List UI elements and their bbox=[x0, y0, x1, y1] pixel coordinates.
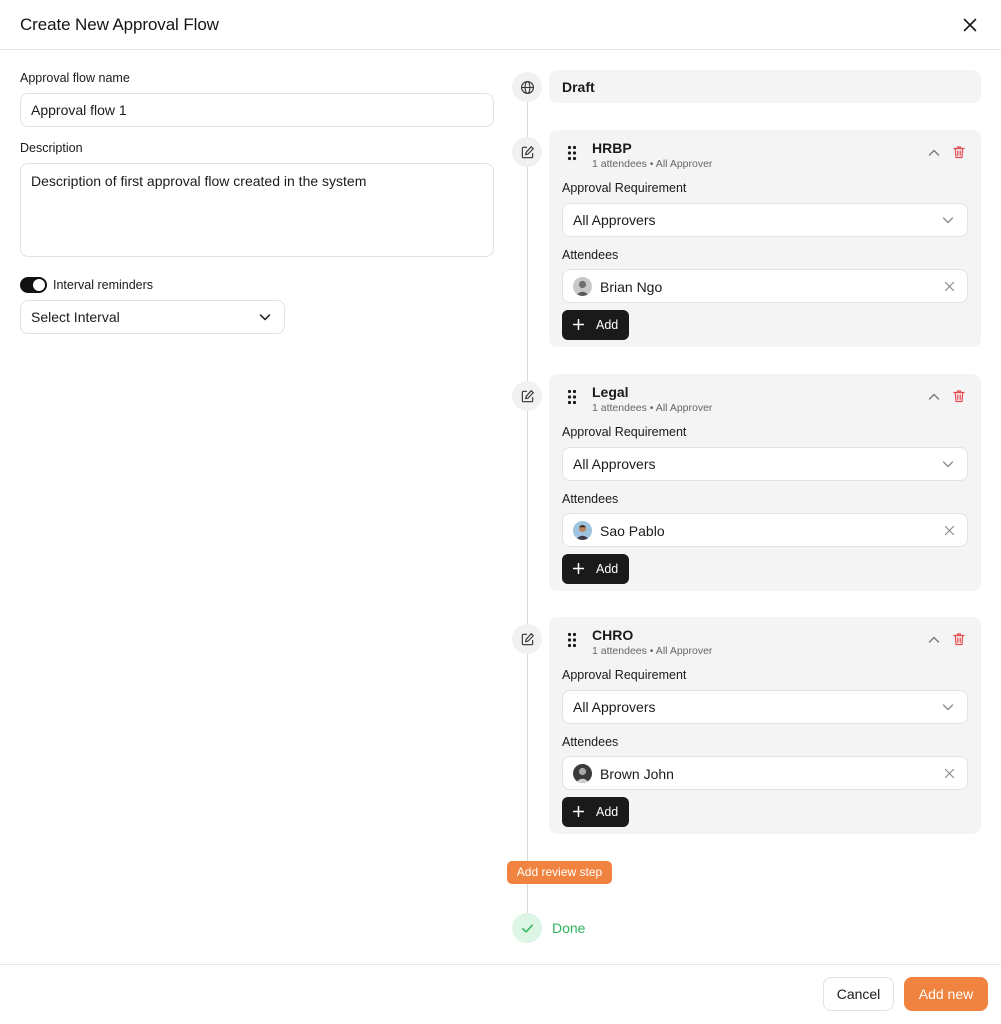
approval-requirement-label: Approval Requirement bbox=[562, 668, 687, 682]
add-attendee-button[interactable]: Add bbox=[562, 797, 629, 827]
dialog-header: Create New Approval Flow bbox=[0, 0, 1001, 50]
x-icon[interactable] bbox=[944, 281, 955, 292]
review-step-card: Legal 1 attendees • All Approver Approva… bbox=[549, 374, 981, 591]
interval-reminders-label: Interval reminders bbox=[53, 278, 154, 292]
approval-requirement-select[interactable]: All Approvers bbox=[562, 690, 968, 724]
step-subtitle: 1 attendees • All Approver bbox=[592, 402, 713, 414]
cancel-button[interactable]: Cancel bbox=[823, 977, 894, 1011]
approval-requirement-label: Approval Requirement bbox=[562, 181, 687, 195]
chevron-down-icon bbox=[942, 704, 954, 711]
edit-icon bbox=[521, 632, 534, 645]
draft-label: Draft bbox=[562, 79, 595, 95]
trash-icon[interactable] bbox=[952, 145, 966, 159]
attendees-label: Attendees bbox=[562, 735, 619, 749]
plus-icon bbox=[573, 319, 584, 330]
attendees-label: Attendees bbox=[562, 492, 619, 506]
drag-handle-icon[interactable] bbox=[567, 632, 577, 648]
avatar bbox=[573, 277, 592, 296]
chevron-down-icon bbox=[942, 461, 954, 468]
check-icon bbox=[521, 924, 533, 933]
chevron-up-icon[interactable] bbox=[927, 390, 941, 404]
x-icon[interactable] bbox=[944, 768, 955, 779]
trash-icon[interactable] bbox=[952, 632, 966, 646]
add-attendee-button[interactable]: Add bbox=[562, 554, 629, 584]
plus-icon bbox=[573, 806, 584, 817]
chevron-up-icon[interactable] bbox=[927, 633, 941, 647]
chevron-down-icon bbox=[942, 217, 954, 224]
add-review-step-button[interactable]: Add review step bbox=[507, 861, 612, 884]
edit-step-button[interactable] bbox=[512, 381, 542, 411]
edit-icon bbox=[521, 389, 534, 402]
approval-requirement-label: Approval Requirement bbox=[562, 425, 687, 439]
draft-stage: Draft bbox=[549, 70, 981, 103]
attendee-chip: Brian Ngo bbox=[562, 269, 968, 303]
approval-flow-name-input[interactable] bbox=[20, 93, 494, 127]
x-icon[interactable] bbox=[944, 525, 955, 536]
attendees-label: Attendees bbox=[562, 248, 619, 262]
interval-select[interactable]: Select Interval bbox=[20, 300, 285, 334]
description-textarea[interactable]: Description of first approval flow creat… bbox=[20, 163, 494, 257]
step-subtitle: 1 attendees • All Approver bbox=[592, 645, 713, 657]
approval-requirement-value: All Approvers bbox=[573, 212, 656, 228]
edit-icon bbox=[521, 145, 534, 158]
edit-step-button[interactable] bbox=[512, 624, 542, 654]
draft-node bbox=[512, 72, 542, 102]
edit-step-button[interactable] bbox=[512, 137, 542, 167]
dialog-title: Create New Approval Flow bbox=[20, 15, 219, 34]
chevron-up-icon[interactable] bbox=[927, 146, 941, 160]
attendee-chip: Brown John bbox=[562, 756, 968, 790]
timeline-line bbox=[527, 87, 528, 927]
attendee-name: Brian Ngo bbox=[600, 279, 663, 295]
interval-select-value: Select Interval bbox=[31, 309, 120, 325]
step-title: CHRO bbox=[592, 627, 634, 643]
avatar bbox=[573, 521, 592, 540]
interval-reminders-toggle[interactable] bbox=[20, 277, 47, 293]
plus-icon bbox=[573, 563, 584, 574]
step-title: Legal bbox=[592, 384, 629, 400]
add-label: Add bbox=[596, 805, 619, 819]
description-label: Description bbox=[20, 141, 83, 155]
close-button[interactable] bbox=[960, 15, 980, 35]
close-icon bbox=[963, 18, 977, 32]
done-node bbox=[512, 913, 542, 943]
avatar bbox=[573, 764, 592, 783]
approval-requirement-select[interactable]: All Approvers bbox=[562, 447, 968, 481]
add-new-button[interactable]: Add new bbox=[904, 977, 988, 1011]
attendee-name: Brown John bbox=[600, 766, 674, 782]
drag-handle-icon[interactable] bbox=[567, 145, 577, 161]
add-label: Add bbox=[596, 562, 619, 576]
add-label: Add bbox=[596, 318, 619, 332]
step-subtitle: 1 attendees • All Approver bbox=[592, 158, 713, 170]
attendee-name: Sao Pablo bbox=[600, 523, 665, 539]
done-label: Done bbox=[552, 920, 586, 936]
globe-icon bbox=[520, 80, 534, 94]
drag-handle-icon[interactable] bbox=[567, 389, 577, 405]
attendee-chip: Sao Pablo bbox=[562, 513, 968, 547]
add-attendee-button[interactable]: Add bbox=[562, 310, 629, 340]
approval-requirement-value: All Approvers bbox=[573, 456, 656, 472]
review-step-card: HRBP 1 attendees • All Approver Approval… bbox=[549, 130, 981, 347]
approval-requirement-value: All Approvers bbox=[573, 699, 656, 715]
approval-requirement-select[interactable]: All Approvers bbox=[562, 203, 968, 237]
review-step-card: CHRO 1 attendees • All Approver Approval… bbox=[549, 617, 981, 834]
step-title: HRBP bbox=[592, 140, 632, 156]
trash-icon[interactable] bbox=[952, 389, 966, 403]
chevron-down-icon bbox=[259, 314, 271, 321]
toggle-knob bbox=[33, 279, 45, 291]
approval-flow-name-label: Approval flow name bbox=[20, 71, 130, 85]
